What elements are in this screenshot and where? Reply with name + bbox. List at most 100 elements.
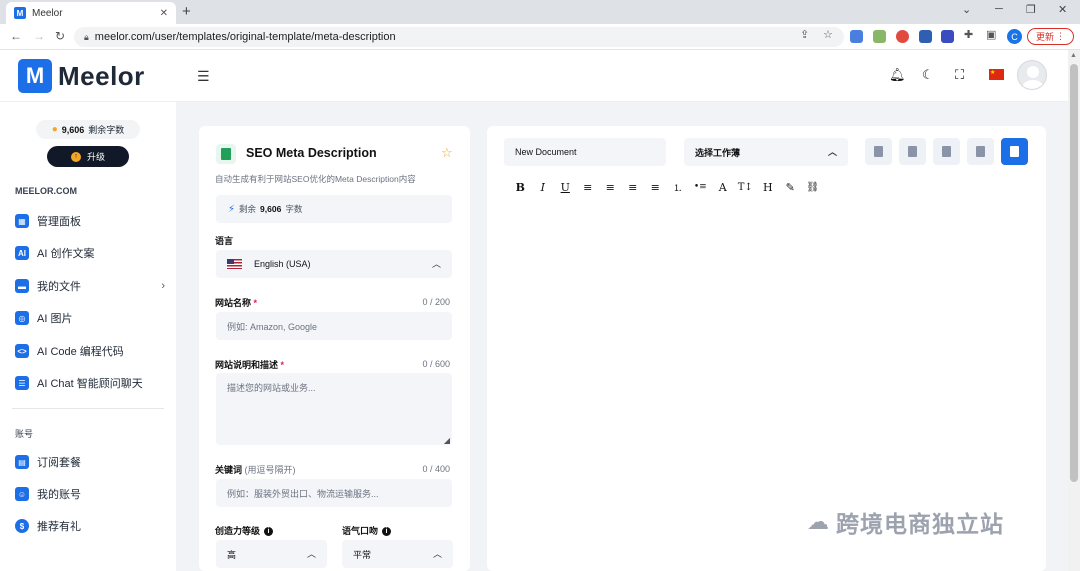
wechat-icon: ☁ — [807, 509, 830, 534]
close-icon[interactable]: ✕ — [160, 8, 168, 19]
keywords-input[interactable]: 例如：服装外贸出口、物流运输服务... — [216, 479, 452, 507]
site-desc-textarea[interactable]: 描述您的网站或业务... ◢ — [216, 373, 452, 445]
remaining-words-box: ⚡ 剩余 9,606 字数 — [216, 195, 452, 223]
sidebar-item-ai-code[interactable]: <> AI Code 编程代码 — [15, 341, 165, 361]
bookmark-star-icon[interactable]: ☆ — [823, 28, 833, 41]
chevron-up-icon: ︿ — [827, 147, 837, 157]
language-select[interactable]: English (USA) ︿ — [216, 250, 452, 278]
export-doc-button[interactable] — [865, 138, 892, 165]
side-panel-icon[interactable]: ▣ — [986, 28, 996, 41]
tab-title: Meelor — [32, 7, 63, 19]
site-name-input[interactable]: 例如: Amazon, Google — [216, 312, 452, 340]
sidebar-item-my-files[interactable]: ▬ 我的文件 › — [15, 276, 165, 296]
meta-extension-icon[interactable] — [941, 30, 954, 43]
bullet-list-button[interactable]: •≡ — [689, 182, 712, 192]
sidebar-item-ai-image[interactable]: ◎ AI 图片 — [15, 308, 165, 328]
document-name-input[interactable]: New Document — [504, 138, 666, 166]
bold-button[interactable]: B — [509, 181, 532, 194]
menu-toggle-icon[interactable]: ☰ — [197, 68, 210, 85]
logo-icon: M — [18, 59, 52, 93]
notification-bell-icon[interactable]: 🔔︎ — [889, 67, 906, 83]
upgrade-button[interactable]: ↑ 升级 — [47, 146, 129, 167]
align-justify-button[interactable]: ≡ — [644, 181, 667, 194]
site-name-counter: 0 / 200 — [422, 297, 450, 307]
align-center-button[interactable]: ≡ — [599, 181, 622, 194]
lock-icon: 🔒︎ — [84, 31, 89, 42]
chrome-extension-icon[interactable] — [896, 30, 909, 43]
brand-logo[interactable]: M Meelor — [18, 59, 145, 93]
sidebar-item-my-account[interactable]: ☺ 我的账号 — [15, 484, 165, 504]
align-left-button[interactable]: ≡ — [577, 181, 600, 194]
sidebar-section-account: 账号 — [15, 429, 34, 439]
back-icon[interactable]: ← — [10, 29, 22, 43]
search-extension-icon[interactable] — [919, 30, 932, 43]
address-bar[interactable]: 🔒︎ meelor.com/user/templates/original-te… — [74, 27, 844, 47]
export-txt-button[interactable] — [933, 138, 960, 165]
resize-grip-icon[interactable]: ◢ — [444, 436, 450, 445]
sidebar-item-ai-chat[interactable]: ☰ AI Chat 智能顾问聊天 — [15, 373, 165, 393]
browser-tab[interactable]: M Meelor ✕ — [6, 2, 176, 24]
share-icon[interactable]: ⇪ — [800, 28, 809, 41]
credits-value: 9,606 — [61, 124, 85, 135]
workbook-select[interactable]: 选择工作薄 ︿ — [684, 138, 848, 166]
app-header: M Meelor ☰ 🔔︎ ☾ ⛶ — [0, 50, 1068, 102]
page-scrollbar[interactable]: ▲ — [1068, 50, 1080, 571]
language-flag-cn-icon[interactable] — [989, 69, 1004, 80]
required-marker: * — [251, 298, 258, 308]
image-extension-icon[interactable] — [873, 30, 886, 43]
maximize-button[interactable]: ❐ — [1026, 3, 1036, 16]
user-avatar[interactable] — [1017, 60, 1047, 90]
favorite-star-icon[interactable]: ☆ — [441, 145, 453, 161]
italic-button[interactable]: I — [532, 181, 555, 194]
minimize-button[interactable]: ─ — [995, 3, 1003, 15]
fullscreen-icon[interactable]: ⛶ — [955, 67, 964, 83]
sidebar-item-ai-write[interactable]: AI AI 创作文案 — [15, 243, 165, 263]
window-close-button[interactable]: ✕ — [1058, 3, 1067, 16]
ai-write-icon: AI — [15, 246, 29, 260]
sidebar-item-dashboard[interactable]: ▦ 管理面板 — [15, 211, 165, 231]
ordered-list-button[interactable]: ⒈ — [667, 181, 690, 194]
creativity-select[interactable]: 高 ︿ — [216, 540, 327, 568]
us-flag-icon — [227, 259, 242, 269]
sidebar-item-subscription[interactable]: ▤ 订阅套餐 — [15, 452, 165, 472]
scroll-up-icon[interactable]: ▲ — [1070, 52, 1077, 59]
font-color-button[interactable]: A — [712, 181, 735, 194]
forward-icon[interactable]: → — [33, 29, 45, 43]
translate-extension-icon[interactable] — [850, 30, 863, 43]
dark-mode-icon[interactable]: ☾ — [922, 67, 934, 83]
tone-select[interactable]: 平常 ︿ — [342, 540, 453, 568]
new-tab-button[interactable]: + — [182, 3, 191, 20]
update-label: 更新 — [1035, 32, 1054, 42]
template-title: SEO Meta Description — [246, 146, 377, 160]
scroll-thumb[interactable] — [1070, 64, 1078, 482]
save-button[interactable] — [1001, 138, 1028, 165]
brush-icon[interactable]: ✎ — [779, 181, 802, 194]
tone-value: 平常 — [353, 549, 372, 560]
export-pdf-button[interactable] — [899, 138, 926, 165]
upgrade-label: 升级 — [86, 152, 105, 162]
info-icon[interactable]: i — [264, 527, 274, 537]
site-name-label-text: 网站名称 — [215, 298, 252, 308]
link-icon[interactable]: ⛓ — [802, 182, 825, 193]
chevron-up-icon: ︿ — [306, 549, 316, 559]
sidebar-item-label: 订阅套餐 — [37, 457, 81, 469]
meelor-favicon-icon: M — [14, 7, 26, 19]
extensions-puzzle-icon[interactable]: ✚ — [964, 28, 973, 41]
browser-toolbar: ← → ↻ 🔒︎ meelor.com/user/templates/origi… — [0, 24, 1080, 50]
image-icon: ◎ — [15, 311, 29, 325]
heading-button[interactable]: H — [757, 181, 780, 194]
copy-button[interactable] — [967, 138, 994, 165]
font-size-button[interactable]: T↕ — [734, 182, 757, 193]
update-button[interactable]: 更新 ⋮ — [1027, 28, 1074, 45]
sidebar-item-referral[interactable]: $ 推荐有礼 — [15, 516, 165, 536]
site-desc-label: 网站说明和描述 * — [215, 358, 284, 371]
align-right-button[interactable]: ≡ — [622, 181, 645, 194]
reload-icon[interactable]: ↻ — [55, 29, 65, 43]
tab-search-icon[interactable]: ⌄ — [962, 3, 971, 16]
credits-badge: ● 9,606 剩余字数 — [36, 120, 140, 139]
info-icon[interactable]: i — [382, 527, 392, 537]
profile-avatar[interactable]: C — [1007, 29, 1022, 44]
doc-file-icon — [874, 146, 883, 157]
underline-button[interactable]: U — [554, 181, 577, 194]
keywords-counter: 0 / 400 — [422, 464, 450, 474]
